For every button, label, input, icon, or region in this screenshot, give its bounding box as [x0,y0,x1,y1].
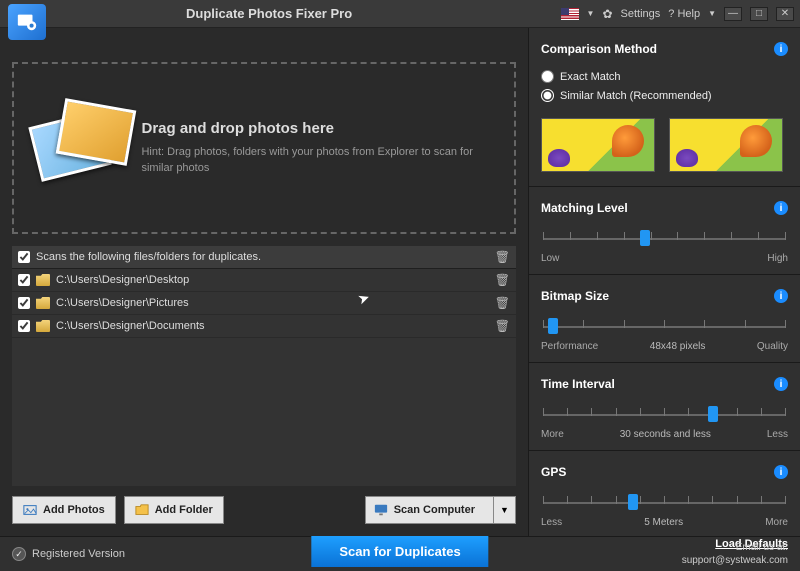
file-row[interactable]: C:\Users\Designer\Pictures 🗑 [12,292,516,315]
add-folder-label: Add Folder [155,504,213,516]
logo-icon [16,11,38,33]
trash-icon[interactable]: 🗑 [495,250,510,264]
matching-level-title: Matching Level [541,201,628,215]
photo-stack-icon [30,98,127,198]
time-interval-slider[interactable] [543,403,786,425]
add-photos-button[interactable]: Add Photos [12,496,116,524]
info-icon[interactable]: i [774,377,788,391]
drop-hint: Hint: Drag photos, folders with your pho… [141,145,498,177]
scan-computer-dropdown[interactable]: ▼ [494,496,516,524]
drop-area[interactable]: Drag and drop photos here Hint: Drag pho… [12,62,516,234]
thumb-image [541,118,655,172]
folder-icon [36,297,50,309]
matching-level-slider[interactable] [543,227,786,249]
title-bar: Duplicate Photos Fixer Pro ▼ ✿ Settings … [0,0,800,28]
comparison-method-title: Comparison Method i [541,42,788,56]
info-icon[interactable]: i [774,289,788,303]
language-flag-icon[interactable] [561,8,579,20]
add-photos-label: Add Photos [43,504,105,516]
scan-for-duplicates-button[interactable]: Scan for Duplicates [311,536,488,567]
help-link[interactable]: ? Help [668,8,700,20]
app-logo [8,4,46,40]
registered-label: Registered Version [32,548,125,560]
scan-computer-label: Scan Computer [394,504,475,516]
file-list-header-label: Scans the following files/folders for du… [36,251,261,263]
file-list: Scans the following files/folders for du… [12,246,516,486]
similar-match-radio[interactable]: Similar Match (Recommended) [541,89,788,102]
row-path: C:\Users\Designer\Desktop [56,274,189,286]
maximize-button[interactable]: □ [750,7,768,21]
trash-icon[interactable]: 🗑 [495,296,510,310]
settings-link[interactable]: Settings [621,8,661,20]
folder-icon [36,274,50,286]
row-checkbox[interactable] [18,320,30,332]
gps-slider[interactable] [543,491,786,513]
row-checkbox[interactable] [18,274,30,286]
thumb-image [669,118,783,172]
info-icon[interactable]: i [774,201,788,215]
row-checkbox[interactable] [18,297,30,309]
info-icon[interactable]: i [774,42,788,56]
bitmap-size-slider[interactable] [543,315,786,337]
folder-icon [135,503,149,517]
language-dropdown-icon[interactable]: ▼ [587,9,595,18]
app-title: Duplicate Photos Fixer Pro [186,6,352,21]
left-pane: Drag and drop photos here Hint: Drag pho… [0,28,528,536]
monitor-icon [374,503,388,517]
row-path: C:\Users\Designer\Documents [56,320,205,332]
file-row[interactable]: C:\Users\Designer\Desktop 🗑 [12,269,516,292]
close-button[interactable]: ✕ [776,7,794,21]
file-row[interactable]: C:\Users\Designer\Documents 🗑 [12,315,516,338]
right-pane: Comparison Method i Exact Match Similar … [528,28,800,536]
action-row: Add Photos Add Folder Scan Computer ▼ [12,496,516,524]
help-dropdown-icon[interactable]: ▼ [708,9,716,18]
drop-heading: Drag and drop photos here [141,120,498,137]
file-list-header: Scans the following files/folders for du… [12,246,516,269]
trash-icon[interactable]: 🗑 [495,273,510,287]
exact-match-radio[interactable]: Exact Match [541,70,788,83]
support-email: Email us at: support@systweak.com [682,541,788,567]
check-icon: ✓ [12,547,26,561]
bitmap-size-title: Bitmap Size [541,289,609,303]
info-icon[interactable]: i [774,465,788,479]
minimize-button[interactable]: — [724,7,742,21]
select-all-checkbox[interactable] [18,251,30,263]
comparison-thumbnails [541,118,788,172]
add-folder-button[interactable]: Add Folder [124,496,224,524]
row-path: C:\Users\Designer\Pictures [56,297,189,309]
time-interval-title: Time Interval [541,377,615,391]
gear-icon[interactable]: ✿ [602,7,612,21]
scan-computer-button[interactable]: Scan Computer [365,496,494,524]
folder-icon [36,320,50,332]
photos-icon [23,503,37,517]
trash-icon[interactable]: 🗑 [495,319,510,333]
gps-title: GPS [541,465,566,479]
